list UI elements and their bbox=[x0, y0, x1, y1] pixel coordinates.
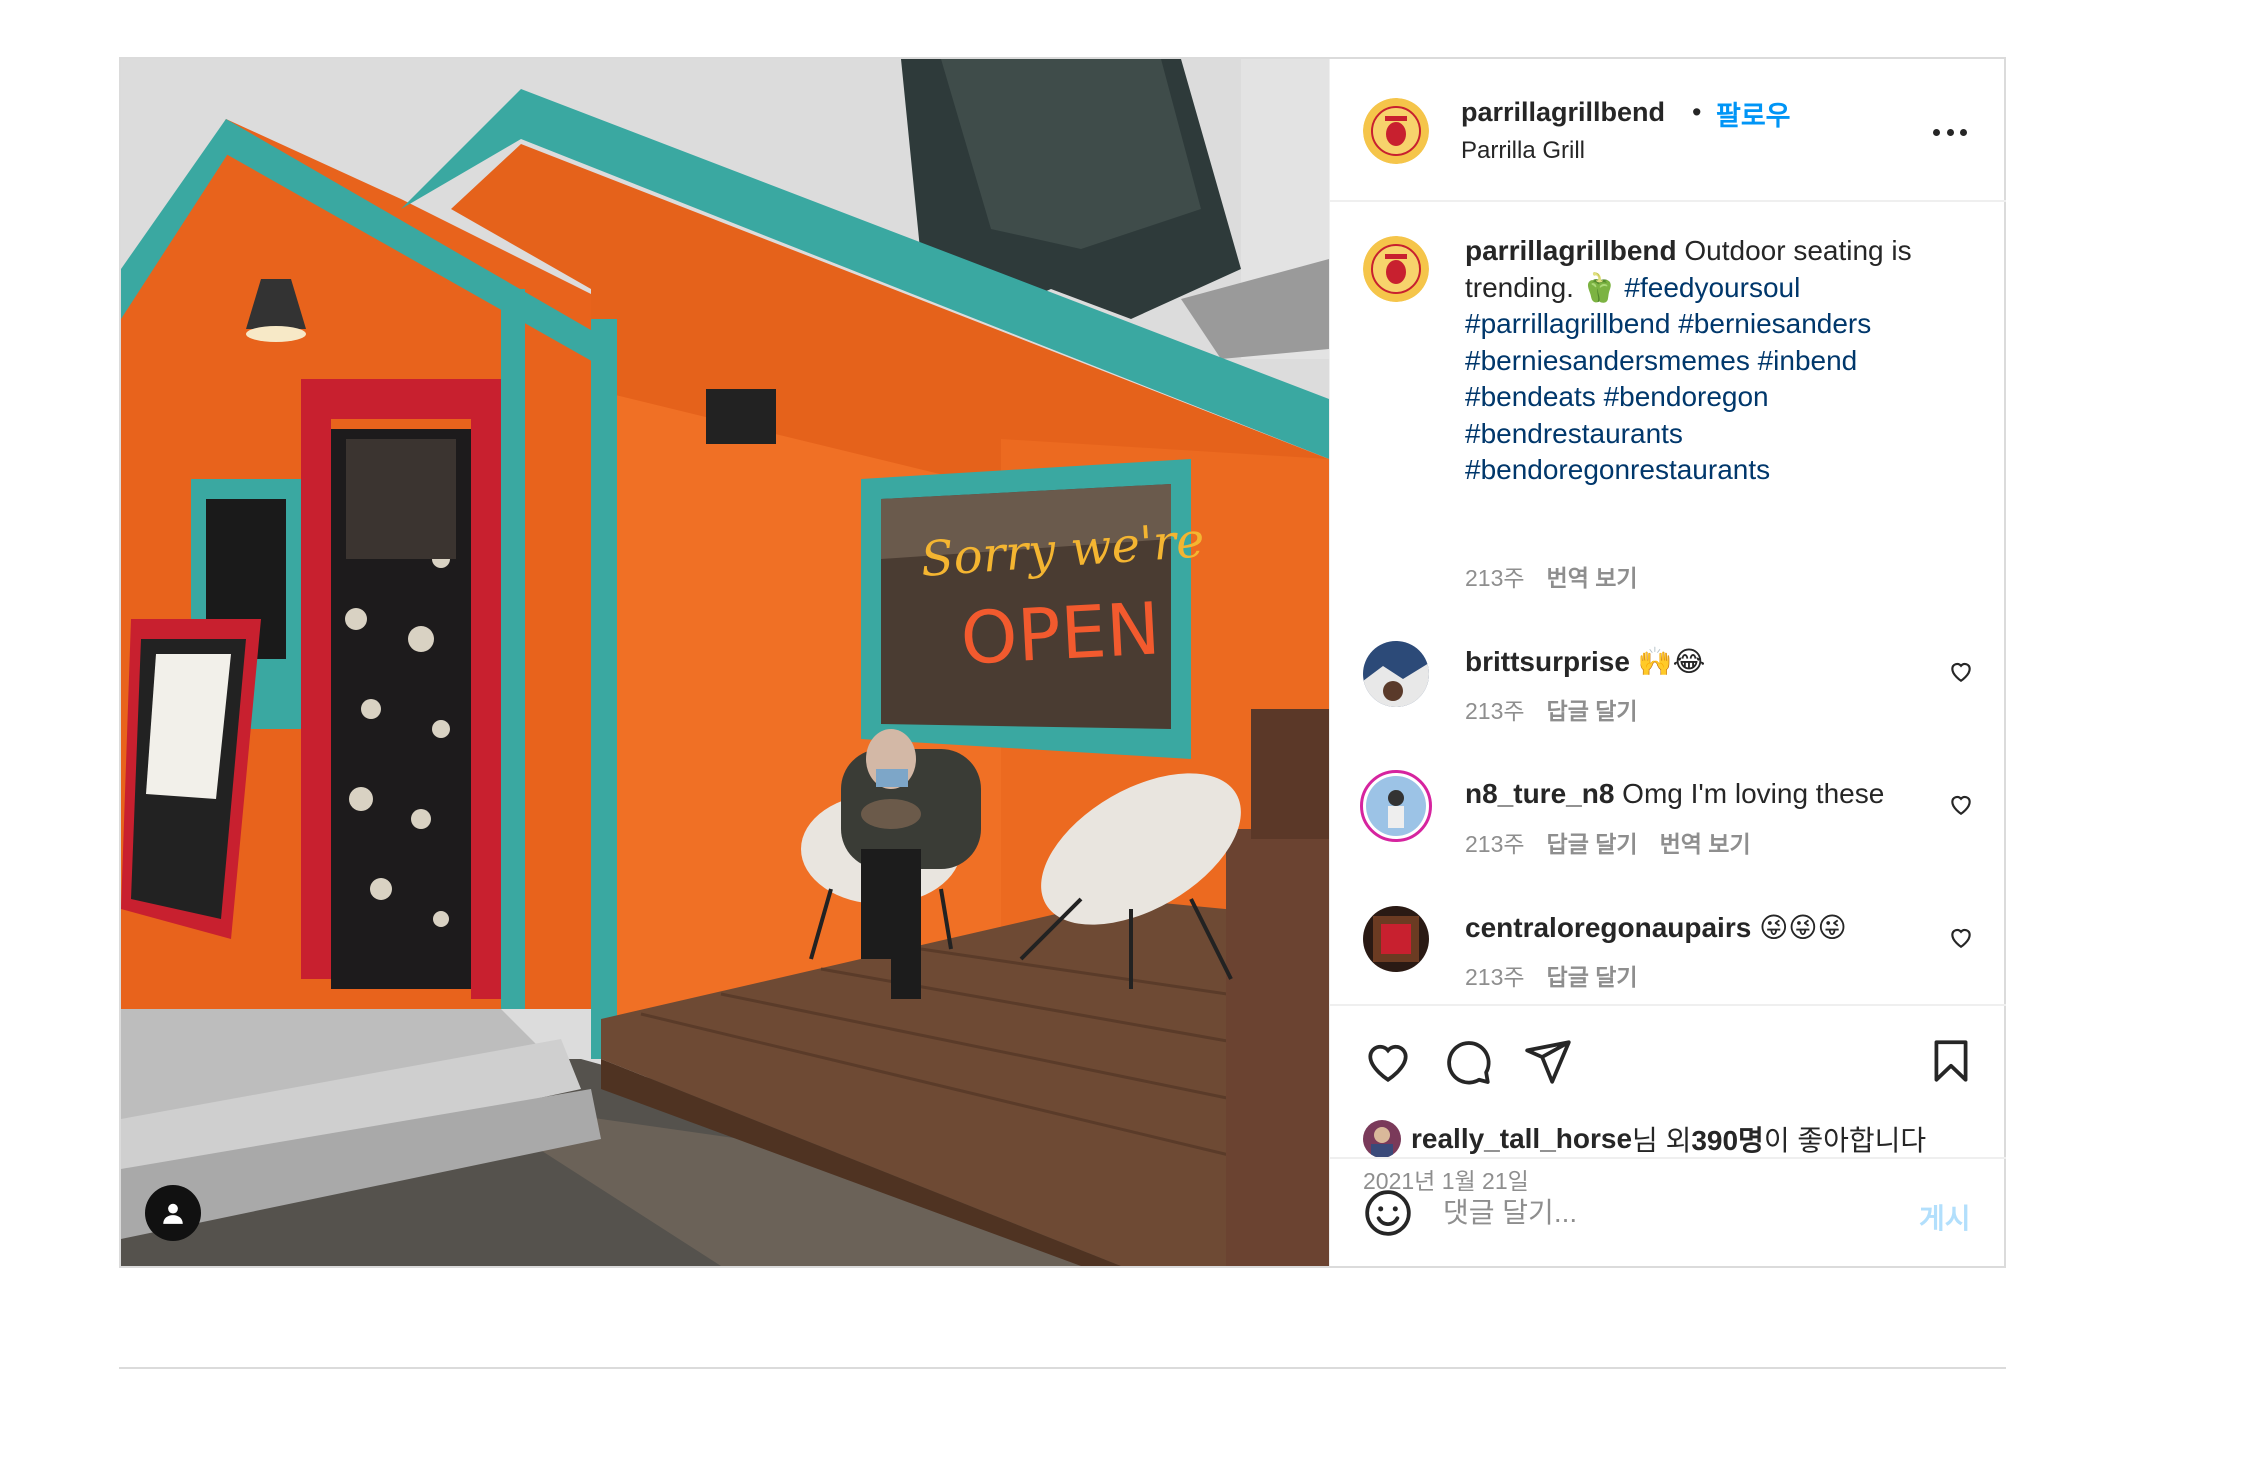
parrilla-logo-icon bbox=[1363, 98, 1429, 164]
more-horizontal-icon bbox=[1933, 128, 1940, 136]
translate-button[interactable]: 번역 보기 bbox=[1660, 831, 1751, 857]
comment-input[interactable] bbox=[1443, 1187, 1893, 1239]
divider bbox=[119, 1367, 2006, 1369]
caption-text: parrillagrillbend Outdoor seating is tre… bbox=[1465, 233, 1965, 489]
comment-meta: 213주 답글 달기 bbox=[1465, 958, 1660, 992]
hashtag[interactable]: #parrillagrillbend bbox=[1465, 308, 1670, 339]
hashtag[interactable]: #berniesandersmemes bbox=[1465, 345, 1750, 376]
hashtag[interactable]: #feedyoursoul bbox=[1624, 272, 1800, 303]
avatar[interactable] bbox=[1363, 98, 1429, 164]
comment-username[interactable]: brittsurprise bbox=[1465, 646, 1630, 677]
comment-like-heart-icon[interactable] bbox=[1948, 658, 1974, 684]
hashtag[interactable]: #bendrestaurants bbox=[1465, 418, 1683, 449]
hashtag[interactable]: #inbend bbox=[1758, 345, 1858, 376]
avatar-image bbox=[1363, 641, 1429, 707]
post-photo-scene: Sorry we're OPEN bbox=[121, 59, 1329, 1266]
comment-text: n8_ture_n8 Omg I'm loving these bbox=[1465, 778, 1884, 810]
comment-body: 🙌😂 bbox=[1629, 646, 1706, 677]
header-username[interactable]: parrillagrillbend bbox=[1461, 97, 1665, 128]
reply-button[interactable]: 답글 달기 bbox=[1547, 831, 1638, 857]
instagram-post: Sorry we're OPEN parrillagrillbend • 팔로우… bbox=[119, 57, 2006, 1268]
post-photo[interactable]: Sorry we're OPEN bbox=[121, 59, 1329, 1266]
comment-body: Omg I'm loving these bbox=[1614, 778, 1885, 809]
hashtag[interactable]: #berniesanders bbox=[1678, 308, 1871, 339]
send-icon[interactable] bbox=[1523, 1036, 1573, 1086]
comment-like-heart-icon[interactable] bbox=[1948, 791, 1974, 817]
caption-age[interactable]: 213주 bbox=[1465, 565, 1525, 591]
comment-age[interactable]: 213주 bbox=[1465, 964, 1525, 990]
likes-count[interactable]: 390명 bbox=[1691, 1119, 1763, 1159]
post-header: parrillagrillbend • 팔로우 Parrilla Grill bbox=[1330, 59, 2006, 202]
likes-mid: 님 외 bbox=[1632, 1125, 1692, 1156]
comment-meta: 213주 답글 달기 번역 보기 bbox=[1465, 825, 1773, 859]
likes-summary[interactable]: really_tall_horse 님 외 390명 이 좋아합니다 bbox=[1363, 1119, 1926, 1159]
avatar-image bbox=[1363, 906, 1429, 972]
heart-icon[interactable] bbox=[1363, 1036, 1413, 1086]
likes-suffix: 이 좋아합니다 bbox=[1763, 1125, 1927, 1156]
user-tag-button[interactable] bbox=[145, 1185, 201, 1241]
liker-avatar[interactable] bbox=[1363, 1120, 1401, 1158]
caption-avatar[interactable] bbox=[1363, 236, 1429, 302]
comment-age[interactable]: 213주 bbox=[1465, 698, 1525, 724]
more-options-button[interactable] bbox=[1929, 117, 1971, 147]
hashtag[interactable]: #bendoregon bbox=[1604, 381, 1769, 412]
hashtag[interactable]: #bendoregonrestaurants bbox=[1465, 454, 1770, 485]
parrilla-logo-icon bbox=[1363, 236, 1429, 302]
bookmark-icon[interactable] bbox=[1926, 1036, 1976, 1086]
comment-username[interactable]: centraloregonaupairs bbox=[1465, 912, 1751, 943]
comment-avatar[interactable] bbox=[1363, 906, 1429, 972]
comment-text: centraloregonaupairs 😜😜😜 bbox=[1465, 911, 1847, 944]
comments-list[interactable]: parrillagrillbend Outdoor seating is tre… bbox=[1330, 204, 2006, 1004]
comment-age[interactable]: 213주 bbox=[1465, 831, 1525, 857]
avatar-image bbox=[1366, 776, 1426, 836]
translate-button[interactable]: 번역 보기 bbox=[1547, 565, 1638, 591]
smiley-icon[interactable] bbox=[1363, 1188, 1413, 1238]
comment-avatar[interactable] bbox=[1363, 641, 1429, 707]
header-location[interactable]: Parrilla Grill bbox=[1461, 137, 1585, 165]
hashtag[interactable]: #bendeats bbox=[1465, 381, 1596, 412]
comment-body: 😜😜😜 bbox=[1751, 912, 1847, 943]
reply-button[interactable]: 답글 달기 bbox=[1547, 698, 1638, 724]
avatar-image bbox=[1363, 1120, 1401, 1158]
comment-text: brittsurprise 🙌😂 bbox=[1465, 645, 1705, 678]
add-comment-bar: 게시 bbox=[1330, 1157, 2006, 1266]
neon-sign-line2: OPEN bbox=[959, 586, 1163, 680]
post-side-panel: parrillagrillbend • 팔로우 Parrilla Grill p… bbox=[1329, 59, 2006, 1266]
comment-icon[interactable] bbox=[1443, 1036, 1493, 1086]
header-separator: • bbox=[1692, 97, 1702, 127]
comment-username[interactable]: n8_ture_n8 bbox=[1465, 778, 1614, 809]
comment-like-heart-icon[interactable] bbox=[1948, 924, 1974, 950]
person-icon bbox=[163, 1203, 183, 1224]
follow-button[interactable]: 팔로우 bbox=[1716, 94, 1791, 133]
post-comment-button[interactable]: 게시 bbox=[1919, 1197, 1971, 1237]
caption-username[interactable]: parrillagrillbend bbox=[1465, 235, 1677, 266]
liker-username[interactable]: really_tall_horse bbox=[1411, 1123, 1632, 1155]
caption-meta: 213주 번역 보기 bbox=[1465, 559, 1660, 593]
comment-meta: 213주 답글 달기 bbox=[1465, 692, 1660, 726]
reply-button[interactable]: 답글 달기 bbox=[1547, 964, 1638, 990]
comment-avatar-story-ring[interactable] bbox=[1360, 770, 1432, 842]
caption-emoji: 🫑 bbox=[1581, 271, 1617, 303]
